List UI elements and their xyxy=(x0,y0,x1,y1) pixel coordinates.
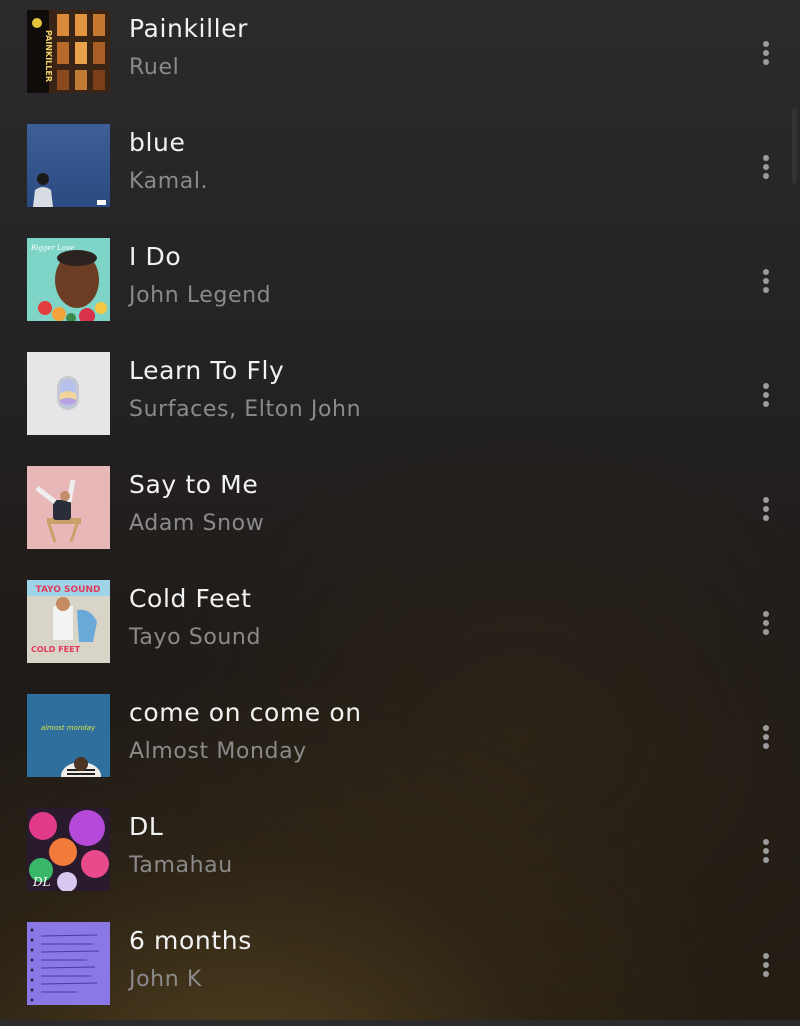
more-vertical-icon[interactable] xyxy=(748,370,784,420)
album-cover-blue xyxy=(27,124,110,207)
track-title: DL xyxy=(129,812,164,841)
album-cover-cold-feet: TAYO SOUND COLD FEET xyxy=(27,580,110,663)
cover-text: almost monday xyxy=(41,724,96,732)
track-artist: Almost Monday xyxy=(129,739,307,764)
track-row-i-do[interactable]: Bigger Love I Do John Legend xyxy=(0,228,800,342)
track-list: PAINKILLER Painkiller Ruel blue Kamal. B… xyxy=(0,0,800,1020)
track-row-cold-feet[interactable]: TAYO SOUND COLD FEET Cold Feet Tayo Soun… xyxy=(0,570,800,684)
track-title: Painkiller xyxy=(129,14,249,43)
track-row-6-months[interactable]: 6 months John K xyxy=(0,912,800,1026)
more-vertical-icon[interactable] xyxy=(748,598,784,648)
more-vertical-icon[interactable] xyxy=(748,826,784,876)
track-artist: Adam Snow xyxy=(129,511,265,536)
track-artist: Kamal. xyxy=(129,169,209,194)
more-vertical-icon[interactable] xyxy=(748,256,784,306)
track-artist: Ruel xyxy=(129,55,180,80)
track-artist: Tayo Sound xyxy=(129,625,262,650)
cover-text: DL xyxy=(32,875,51,889)
track-row-blue[interactable]: blue Kamal. xyxy=(0,114,800,228)
track-artist: Tamahau xyxy=(129,853,233,878)
track-row-painkiller[interactable]: PAINKILLER Painkiller Ruel xyxy=(0,0,800,114)
album-cover-6-months xyxy=(27,922,110,1005)
track-title: I Do xyxy=(129,242,182,271)
more-vertical-icon[interactable] xyxy=(748,712,784,762)
cover-text: TAYO SOUND xyxy=(36,585,101,595)
album-cover-painkiller: PAINKILLER xyxy=(27,10,110,93)
track-artist: John Legend xyxy=(129,283,272,308)
track-artist: Surfaces, Elton John xyxy=(129,397,362,422)
album-cover-learn-to-fly xyxy=(27,352,110,435)
track-title: Say to Me xyxy=(129,470,259,499)
track-title: come on come on xyxy=(129,698,362,727)
album-cover-say-to-me xyxy=(27,466,110,549)
track-row-dl[interactable]: DL DL Tamahau xyxy=(0,798,800,912)
album-cover-come-on-come-on: almost monday xyxy=(27,694,110,777)
track-title: Cold Feet xyxy=(129,584,252,613)
track-title: blue xyxy=(129,128,186,157)
album-cover-dl: DL xyxy=(27,808,110,891)
cover-text: PAINKILLER xyxy=(44,30,53,82)
cover-text: Bigger Love xyxy=(30,244,74,252)
more-vertical-icon[interactable] xyxy=(748,28,784,78)
track-row-come-on-come-on[interactable]: almost monday come on come on Almost Mon… xyxy=(0,684,800,798)
more-vertical-icon[interactable] xyxy=(748,142,784,192)
track-row-say-to-me[interactable]: Say to Me Adam Snow xyxy=(0,456,800,570)
scrollbar[interactable] xyxy=(792,108,797,184)
track-title: 6 months xyxy=(129,926,252,955)
track-artist: John K xyxy=(129,967,202,992)
more-vertical-icon[interactable] xyxy=(748,940,784,990)
track-title: Learn To Fly xyxy=(129,356,285,385)
track-row-learn-to-fly[interactable]: Learn To Fly Surfaces, Elton John xyxy=(0,342,800,456)
cover-text-2: COLD FEET xyxy=(31,645,81,654)
more-vertical-icon[interactable] xyxy=(748,484,784,534)
album-cover-i-do: Bigger Love xyxy=(27,238,110,321)
